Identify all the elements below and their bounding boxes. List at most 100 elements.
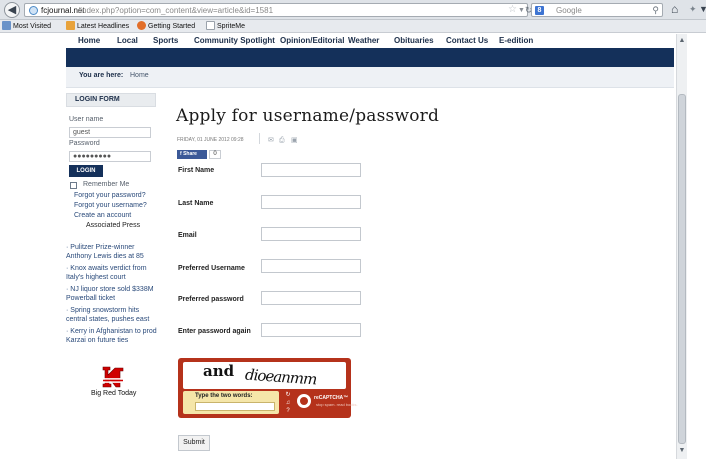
news-line: Anthony Lewis dies at 85 — [66, 253, 144, 260]
scroll-down-icon[interactable]: ▼ — [677, 446, 687, 456]
pdf-icon[interactable]: ▣ — [291, 137, 298, 144]
back-arrow-icon[interactable]: ◀ — [4, 2, 20, 18]
first-name-label: First Name — [178, 167, 215, 174]
news-line: Italy's highest court — [66, 274, 126, 281]
facebook-share-button[interactable]: f Share — [177, 150, 207, 159]
bookmark-label: SpriteMe — [217, 23, 246, 30]
captcha-word-2: dioeanmm — [244, 365, 317, 389]
news-line: Karzai on future ties — [66, 337, 129, 344]
bookmark-label: Getting Started — [148, 23, 196, 30]
addon-icon[interactable]: ✦ — [689, 3, 697, 15]
globe-icon — [29, 6, 38, 15]
email-label: Email — [178, 232, 197, 239]
captcha-audio-icon[interactable]: ♫ — [284, 400, 292, 407]
scrollbar[interactable]: ▲ ▼ — [676, 34, 687, 459]
preferred-username-field[interactable] — [261, 259, 361, 273]
username-input[interactable]: guest — [69, 127, 151, 138]
captcha-help-icon[interactable]: ? — [284, 408, 292, 415]
username-label: User name — [69, 116, 104, 123]
submit-button[interactable]: Submit — [178, 435, 210, 451]
remember-me-label: Remember Me — [83, 181, 130, 188]
menu-dropdown-icon[interactable]: ▼ — [699, 3, 706, 15]
menu-item-sports[interactable]: Sports — [153, 35, 178, 46]
news-line: · Pulitzer Prize-winner — [66, 244, 135, 251]
menu-item-contact-us[interactable]: Contact Us — [446, 35, 488, 46]
home-icon[interactable]: ⌂ — [671, 2, 678, 16]
menu-item-weather[interactable]: Weather — [348, 35, 379, 46]
forgot-username-link[interactable]: Forgot your username? — [74, 202, 147, 209]
bookmark-label: Latest Headlines — [77, 23, 130, 30]
news-item[interactable]: · Kerry in Afghanistan to prod Karzai on … — [66, 327, 166, 345]
magnifier-icon[interactable]: ⚲ — [652, 4, 659, 16]
news-line: · Kerry in Afghanistan to prod — [66, 328, 157, 335]
preferred-password-label: Preferred password — [178, 296, 244, 303]
forgot-password-link[interactable]: Forgot your password? — [74, 192, 146, 199]
news-line: Powerball ticket — [66, 295, 116, 302]
login-form-title: LOGIN FORM — [75, 96, 120, 103]
password-input[interactable]: ●●●●●●●●● — [69, 151, 151, 162]
bookmark-most-visited[interactable]: Most Visited — [2, 20, 51, 33]
news-item[interactable]: · Pulitzer Prize-winner Anthony Lewis die… — [66, 243, 166, 261]
menu-item-home[interactable]: Home — [78, 35, 100, 46]
window-margin — [687, 34, 706, 459]
browser-search-box[interactable]: 8 Google ⚲ — [531, 3, 663, 17]
news-item[interactable]: · Knox awaits verdict from Italy's highes… — [66, 264, 166, 282]
password-label: Password — [69, 140, 100, 147]
email-field[interactable] — [261, 227, 361, 241]
email-icon[interactable]: ✉ — [268, 137, 274, 144]
captcha-image: and dioeanmm — [183, 362, 346, 389]
confirm-password-field[interactable] — [261, 323, 361, 337]
scroll-up-icon[interactable]: ▲ — [677, 36, 687, 46]
captcha-prompt: Type the two words: — [195, 393, 253, 399]
preferred-password-field[interactable] — [261, 291, 361, 305]
bookmark-spriteme[interactable]: SpriteMe — [206, 20, 245, 33]
scroll-thumb[interactable] — [678, 94, 686, 444]
create-account-link[interactable]: Create an account — [74, 212, 131, 219]
divider — [259, 133, 260, 144]
captcha-refresh-icon[interactable]: ↻ — [284, 392, 292, 399]
menu-item-community-spotlight[interactable]: Community Spotlight — [194, 35, 275, 46]
news-line: · Knox awaits verdict from — [66, 265, 147, 272]
bookmark-star-icon[interactable]: ☆ — [508, 4, 517, 16]
breadcrumb-label: You are here: — [79, 72, 124, 79]
menu-item-local[interactable]: Local — [117, 35, 138, 46]
bookmark-getting-started[interactable]: Getting Started — [137, 20, 195, 33]
page-icon — [206, 21, 215, 30]
rss-icon — [66, 21, 75, 30]
search-engine-label: Google — [556, 6, 582, 15]
captcha-input[interactable] — [195, 402, 275, 411]
news-line: central states, pushes east — [66, 316, 150, 323]
recaptcha-logo: reCAPTCHA™ stop spam. read books. — [297, 392, 358, 414]
breadcrumb: You are here: Home — [66, 67, 674, 88]
first-name-field[interactable] — [261, 163, 361, 177]
news-item[interactable]: · Spring snowstorm hits central states, p… — [66, 306, 166, 324]
url-path: /index.php?option=com_content&view=artic… — [78, 6, 274, 15]
page-viewport: Home Local Sports Community Spotlight Op… — [0, 34, 676, 459]
print-icon[interactable]: ⎙ — [279, 137, 285, 144]
share-count: 0 — [209, 150, 221, 159]
google-icon: 8 — [535, 6, 544, 15]
header-band — [66, 48, 674, 67]
recaptcha-tagline: stop spam. read books. — [316, 402, 358, 407]
menu-item-obituaries[interactable]: Obituaries — [394, 35, 434, 46]
last-name-field[interactable] — [261, 195, 361, 209]
news-item[interactable]: · NJ liquor store sold $338M Powerball ti… — [66, 285, 166, 303]
breadcrumb-home-link[interactable]: Home — [130, 72, 149, 79]
url-bar[interactable]: fcjournal.net /index.php?option=com_cont… — [24, 3, 533, 17]
folder-icon — [2, 21, 11, 30]
last-name-label: Last Name — [178, 200, 214, 207]
bookmarks-bar: Most Visited Latest Headlines Getting St… — [0, 20, 706, 33]
browser-nav-bar: ◀ fcjournal.net /index.php?option=com_co… — [0, 0, 706, 20]
confirm-password-label: Enter password again — [178, 328, 251, 335]
captcha-answer-box: Type the two words: — [183, 391, 279, 414]
login-form-header: LOGIN FORM — [66, 93, 156, 107]
share-label: Share — [183, 151, 197, 157]
big-red-today-label: Big Red Today — [91, 390, 137, 397]
login-button[interactable]: LOGIN — [69, 165, 103, 177]
menu-item-opinion-editorial[interactable]: Opinion/Editorial — [280, 35, 344, 46]
remember-me-checkbox[interactable] — [70, 182, 77, 189]
menu-item-e-edition[interactable]: E-edition — [499, 35, 533, 46]
huskers-logo-icon[interactable] — [100, 365, 126, 389]
bookmark-latest-headlines[interactable]: Latest Headlines — [66, 20, 129, 33]
url-dropdown-icon[interactable]: ▼ — [518, 5, 525, 16]
